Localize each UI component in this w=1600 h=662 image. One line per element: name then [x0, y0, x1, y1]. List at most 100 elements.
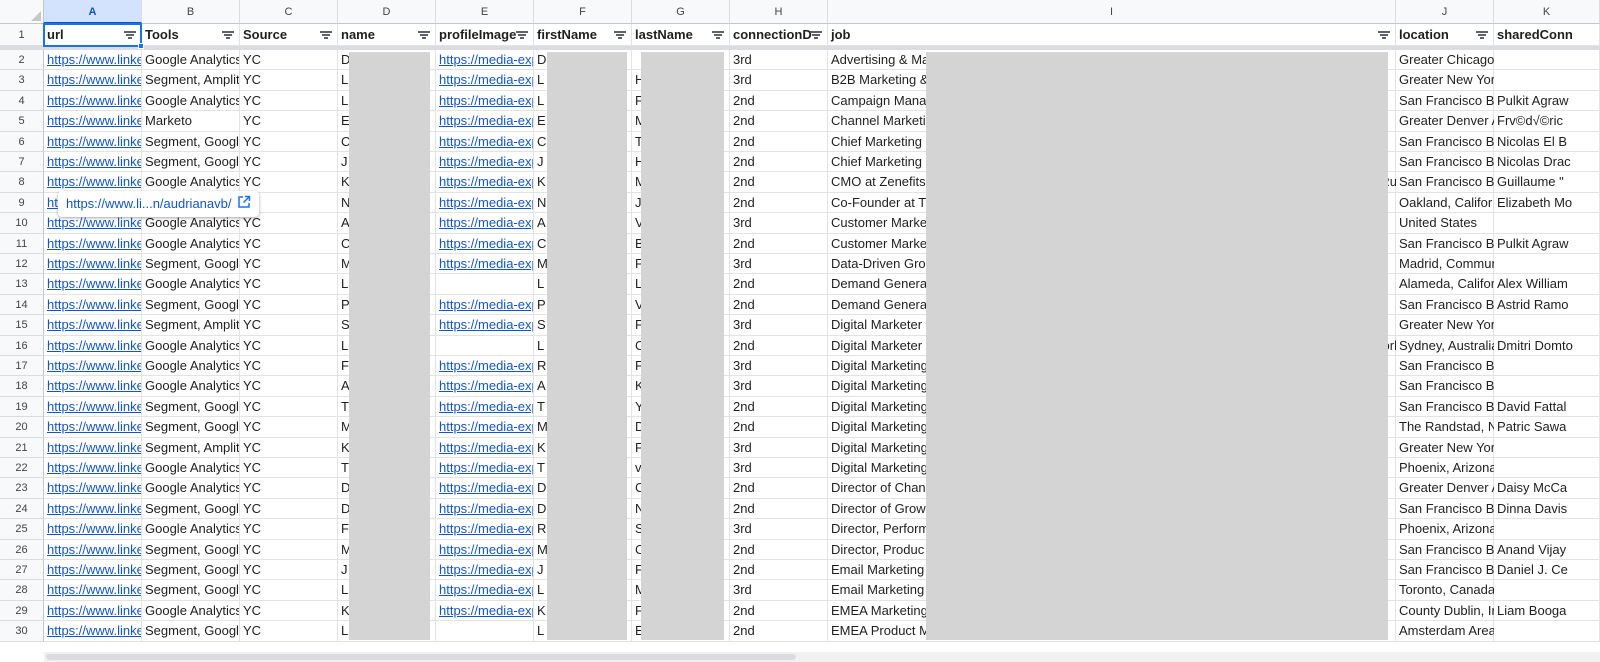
cell-source[interactable]: YC — [240, 580, 338, 601]
cell-connection[interactable]: 2nd — [730, 111, 828, 132]
cell-source[interactable]: YC — [240, 254, 338, 275]
cell-tools[interactable]: Segment, Google — [142, 396, 240, 418]
cell-tools[interactable]: Segment, Amplit — [142, 70, 240, 91]
row-header-27[interactable]: 27 — [0, 560, 44, 581]
url-value[interactable]: https://www.linke — [47, 52, 141, 67]
url-value[interactable]: https://www.linke — [47, 134, 141, 149]
cell-shared[interactable] — [1494, 519, 1600, 540]
cell-shared[interactable] — [1494, 376, 1600, 397]
cell-connection[interactable]: 2nd — [730, 539, 828, 560]
url-value[interactable]: https://www.linke — [47, 317, 141, 332]
profileImage-value[interactable]: https://media-exp — [439, 480, 533, 495]
header-cell-connectiond[interactable]: connectionD — [730, 24, 828, 46]
cell-tools[interactable]: Google Analytics — [142, 172, 240, 193]
cell-profileImage[interactable]: https://media-exp — [436, 90, 534, 112]
filter-icon[interactable] — [1475, 28, 1489, 42]
column-header-g[interactable]: G — [632, 0, 730, 24]
row-header-9[interactable]: 9 — [0, 192, 44, 214]
cell-connection[interactable]: 2nd — [730, 131, 828, 152]
open-external-icon[interactable] — [237, 195, 251, 212]
cell-url[interactable]: https://www.linke — [44, 498, 142, 520]
cell-source[interactable]: YC — [240, 417, 338, 438]
cell-connection[interactable]: 2nd — [730, 192, 828, 214]
cell-url[interactable]: https://www.linke — [44, 294, 142, 316]
cell-connection[interactable]: 2nd — [730, 478, 828, 499]
cell-tools[interactable]: Google Analytics — [142, 478, 240, 499]
cell-shared[interactable] — [1494, 50, 1600, 71]
cell-tools[interactable]: Marketo — [142, 111, 240, 132]
header-cell-lastname[interactable]: lastName — [632, 24, 730, 46]
cell-url[interactable]: https://www.linke — [44, 315, 142, 336]
cell-location[interactable]: Toronto, Canada Area — [1396, 580, 1525, 601]
url-value[interactable]: ht — [47, 195, 58, 210]
cell-tools[interactable]: Segment, Google — [142, 294, 240, 316]
cell-shared[interactable]: Daniel J. Ce — [1494, 560, 1600, 581]
cell-profileImage[interactable]: https://media-exp — [436, 458, 534, 479]
cell-location[interactable]: San Francisco B — [1396, 90, 1494, 112]
cell-location[interactable]: San Francisco B — [1396, 396, 1494, 418]
row-header-23[interactable]: 23 — [0, 478, 44, 499]
row-header-5[interactable]: 5 — [0, 111, 44, 132]
row-header-26[interactable]: 26 — [0, 539, 44, 560]
profileImage-value[interactable]: https://media-exp — [439, 195, 533, 210]
cell-source[interactable]: YC — [240, 315, 338, 336]
cell-location[interactable]: Greater Denver A — [1396, 478, 1500, 499]
cell-location[interactable]: Greater Denver A — [1396, 111, 1500, 132]
column-header-e[interactable]: E — [436, 0, 534, 24]
profileImage-value[interactable]: https://media-exp — [439, 419, 533, 434]
url-value[interactable]: https://www.linke — [47, 338, 141, 353]
cell-tools[interactable]: Segment, Google — [142, 131, 240, 152]
url-value[interactable]: https://www.linke — [47, 562, 141, 577]
profileImage-value[interactable]: https://media-exp — [439, 317, 533, 332]
row-header-17[interactable]: 17 — [0, 356, 44, 377]
profileImage-value[interactable]: https://media-exp — [439, 562, 533, 577]
cell-connection[interactable]: 2nd — [730, 560, 828, 581]
cell-url[interactable]: https://www.linke — [44, 233, 142, 254]
cell-shared[interactable] — [1494, 580, 1600, 601]
cell-tools[interactable]: Google Analytics — [142, 519, 240, 540]
column-header-k[interactable]: K — [1494, 0, 1600, 24]
column-header-b[interactable]: B — [142, 0, 240, 24]
cell-shared[interactable]: Nicolas El B — [1494, 131, 1600, 152]
cell-connection[interactable]: 2nd — [730, 90, 828, 112]
cell-profileImage[interactable] — [436, 274, 534, 295]
cell-location[interactable]: The Randstad, N — [1396, 417, 1497, 438]
cell-shared[interactable] — [1494, 458, 1600, 479]
profileImage-value[interactable]: https://media-exp — [439, 215, 533, 230]
cell-profileImage[interactable]: https://media-exp — [436, 111, 534, 132]
cell-source[interactable]: YC — [240, 519, 338, 540]
cell-shared[interactable] — [1494, 621, 1600, 642]
cell-url[interactable]: https://www.linke — [44, 539, 142, 560]
cell-tools[interactable]: Google Analytics — [142, 233, 240, 254]
cell-location[interactable]: San Francisco B — [1396, 498, 1494, 520]
row-header-25[interactable]: 25 — [0, 519, 44, 540]
cell-url[interactable]: https://www.linke — [44, 152, 142, 173]
column-header-c[interactable]: C — [240, 0, 338, 24]
header-cell-profileimage[interactable]: profileImage — [436, 24, 534, 46]
cell-location[interactable]: San Francisco B — [1396, 560, 1494, 581]
cell-source[interactable]: YC — [240, 274, 338, 295]
column-header-h[interactable]: H — [730, 0, 828, 24]
cell-source[interactable]: YC — [240, 233, 338, 254]
cell-shared[interactable]: Dinna Davis — [1494, 498, 1600, 520]
url-value[interactable]: https://www.linke — [47, 93, 141, 108]
url-value[interactable]: https://www.linke — [47, 378, 141, 393]
cell-profileImage[interactable]: https://media-exp — [436, 560, 534, 581]
cell-connection[interactable]: 3rd — [730, 376, 828, 397]
cell-connection[interactable]: 3rd — [730, 580, 828, 601]
cell-connection[interactable]: 2nd — [730, 498, 828, 520]
row-header-10[interactable]: 10 — [0, 213, 44, 234]
cell-profileImage[interactable]: https://media-exp — [436, 70, 534, 91]
cell-source[interactable]: YC — [240, 621, 338, 642]
cell-location[interactable]: Greater Chicago Area — [1396, 50, 1525, 71]
row-header-4[interactable]: 4 — [0, 90, 44, 112]
row-header-2[interactable]: 2 — [0, 50, 44, 71]
cell-tools[interactable]: Google Analytics — [142, 376, 240, 397]
header-cell-name[interactable]: name — [338, 24, 436, 46]
profileImage-value[interactable]: https://media-exp — [439, 542, 533, 557]
row-header-14[interactable]: 14 — [0, 294, 44, 316]
cell-location[interactable]: San Francisco B — [1396, 152, 1494, 173]
cell-tools[interactable]: Google Analytics — [142, 335, 240, 356]
cell-profileImage[interactable]: https://media-exp — [436, 437, 534, 458]
column-header-d[interactable]: D — [338, 0, 436, 24]
